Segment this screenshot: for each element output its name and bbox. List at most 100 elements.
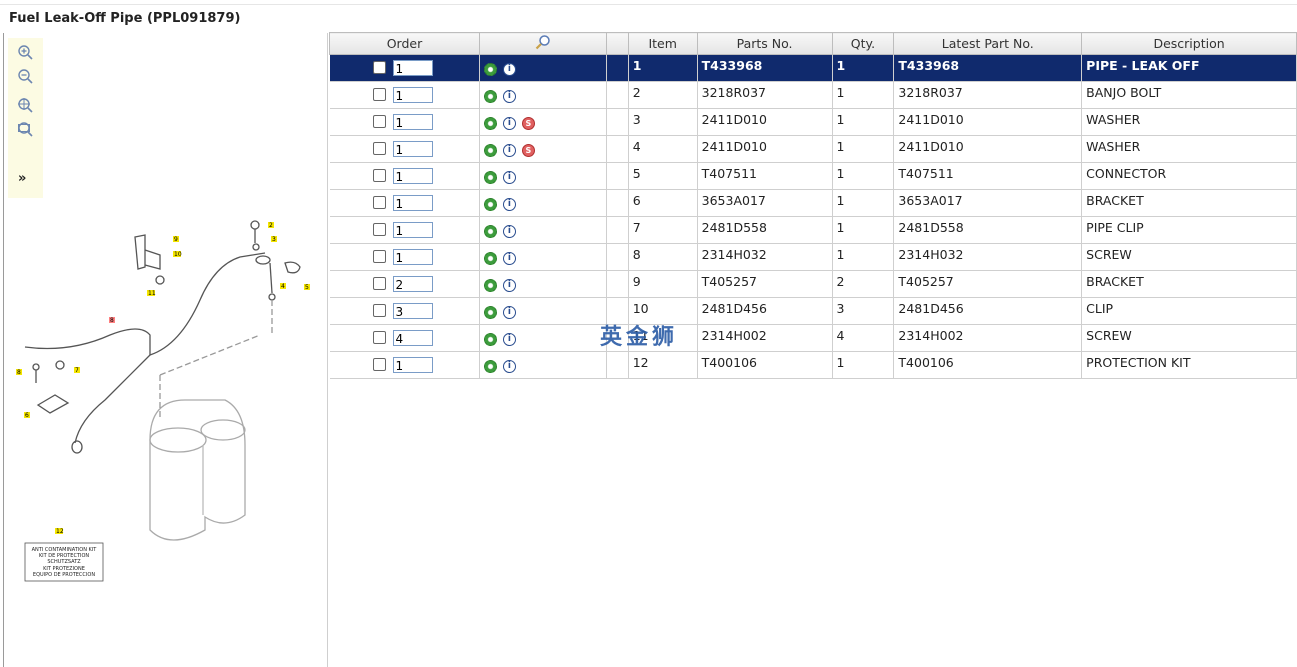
column-header-order[interactable]: Order	[329, 32, 480, 55]
table-row[interactable]: 2 i 9 T405257 2 T405257 BRACKET	[329, 270, 1297, 298]
parts-no-cell: 2481D456	[697, 297, 833, 325]
table-row[interactable]: 1 i 12 T400106 1 T400106 PROTECTION KIT	[329, 351, 1297, 379]
order-qty-input[interactable]: 1	[392, 221, 433, 238]
info-icon[interactable]: i	[502, 279, 516, 292]
column-header-search[interactable]	[478, 32, 607, 55]
gear-icon[interactable]	[483, 90, 497, 103]
order-checkbox[interactable]	[372, 250, 386, 263]
expand-panel-button[interactable]: »	[18, 171, 26, 186]
column-header-parts-no[interactable]: Parts No.	[696, 32, 833, 55]
order-qty-input[interactable]: 1	[392, 248, 433, 265]
table-row[interactable]: 1 i 8 2314H032 1 2314H032 SCREW	[329, 243, 1297, 271]
order-qty-input[interactable]: 1	[392, 356, 433, 373]
latest-part-no-cell: 3653A017	[893, 189, 1083, 217]
parts-no-cell: 2411D010	[697, 108, 833, 136]
gear-icon[interactable]	[483, 117, 497, 130]
magnifier-icon[interactable]	[535, 34, 551, 50]
viewer-toolbar: »	[8, 38, 43, 198]
qty-cell: 1	[832, 54, 895, 82]
table-row[interactable]: 1 i S 3 2411D010 1 2411D010 WASHER	[329, 108, 1297, 136]
zoom-fit-icon[interactable]	[17, 97, 33, 113]
column-header-blank	[605, 32, 629, 55]
info-icon[interactable]: i	[502, 171, 516, 184]
gear-icon[interactable]	[483, 63, 497, 76]
table-row[interactable]: 1 i S 4 2411D010 1 2411D010 WASHER	[329, 135, 1297, 163]
supersession-icon[interactable]: S	[521, 144, 535, 157]
supersession-icon[interactable]: S	[521, 117, 535, 130]
gear-icon[interactable]	[483, 279, 497, 292]
zoom-in-icon[interactable]	[17, 44, 33, 60]
gear-icon[interactable]	[483, 306, 497, 319]
column-header-latest-part-no[interactable]: Latest Part No.	[893, 32, 1083, 55]
svg-text:8: 8	[110, 317, 114, 324]
order-qty-input[interactable]: 1	[392, 194, 433, 211]
order-checkbox[interactable]	[372, 358, 386, 371]
table-row[interactable]: 4 i 11 2314H002 4 2314H002 SCREW	[329, 324, 1297, 352]
item-cell: 4	[628, 135, 698, 163]
info-icon[interactable]: i	[502, 306, 516, 319]
table-row[interactable]: 1 i 1 T433968 1 T433968 PIPE - LEAK OFF	[329, 54, 1297, 82]
gear-icon[interactable]	[483, 144, 497, 157]
info-icon[interactable]: i	[502, 63, 516, 76]
info-icon[interactable]: i	[502, 117, 516, 130]
order-checkbox[interactable]	[372, 304, 386, 317]
info-icon[interactable]: i	[502, 198, 516, 211]
zoom-window-icon[interactable]	[17, 121, 33, 137]
order-qty-input[interactable]: 1	[392, 59, 433, 76]
order-qty-input[interactable]: 1	[392, 140, 433, 157]
column-header-description[interactable]: Description	[1081, 32, 1297, 55]
column-header-item[interactable]: Item	[627, 32, 698, 55]
info-icon[interactable]: i	[502, 333, 516, 346]
order-checkbox[interactable]	[372, 142, 386, 155]
gear-icon[interactable]	[483, 225, 497, 238]
zoom-out-icon[interactable]	[17, 68, 33, 84]
order-checkbox[interactable]	[372, 169, 386, 182]
order-qty-input[interactable]: 4	[392, 329, 433, 346]
kit-label-line: EQUIPO DE PROTECCION	[33, 572, 95, 578]
table-row[interactable]: 1 i 2 3218R037 1 3218R037 BANJO BOLT	[329, 81, 1297, 109]
parts-no-cell: 2481D558	[697, 216, 833, 244]
order-checkbox[interactable]	[372, 277, 386, 290]
order-cell: 1	[329, 54, 480, 82]
gear-icon[interactable]	[483, 252, 497, 265]
table-row[interactable]: 1 i 5 T407511 1 T407511 CONNECTOR	[329, 162, 1297, 190]
info-icon[interactable]: i	[502, 90, 516, 103]
description-cell: CLIP	[1081, 297, 1297, 325]
svg-text:7: 7	[75, 367, 79, 374]
description-cell: BANJO BOLT	[1081, 81, 1297, 109]
blank-cell	[606, 189, 629, 217]
info-icon[interactable]: i	[502, 360, 516, 373]
left-border	[3, 33, 4, 667]
order-checkbox[interactable]	[372, 331, 386, 344]
gear-icon[interactable]	[483, 198, 497, 211]
order-qty-input[interactable]: 1	[392, 167, 433, 184]
kit-label: ANTI CONTAMINATION KIT KIT DE PROTECTION…	[24, 542, 104, 582]
order-qty-input[interactable]: 2	[392, 275, 433, 292]
svg-text:9: 9	[174, 236, 178, 243]
description-cell: CONNECTOR	[1081, 162, 1297, 190]
gear-icon[interactable]	[483, 333, 497, 346]
info-icon[interactable]: i	[502, 252, 516, 265]
row-icons-cell: i	[479, 270, 607, 298]
table-row[interactable]: 3 i 10 2481D456 3 2481D456 CLIP	[329, 297, 1297, 325]
table-row[interactable]: 1 i 7 2481D558 1 2481D558 PIPE CLIP	[329, 216, 1297, 244]
info-icon[interactable]: i	[502, 144, 516, 157]
column-header-qty[interactable]: Qty.	[831, 32, 895, 55]
parts-no-cell: T433968	[697, 54, 833, 82]
description-cell: PIPE - LEAK OFF	[1081, 54, 1297, 82]
order-qty-input[interactable]: 1	[392, 113, 433, 130]
info-icon[interactable]: i	[502, 225, 516, 238]
order-qty-input[interactable]: 3	[392, 302, 433, 319]
qty-cell: 1	[832, 81, 895, 109]
gear-icon[interactable]	[483, 360, 497, 373]
order-qty-input[interactable]: 1	[392, 86, 433, 103]
order-checkbox[interactable]	[372, 88, 386, 101]
gear-icon[interactable]	[483, 171, 497, 184]
order-checkbox[interactable]	[372, 115, 386, 128]
order-checkbox[interactable]	[372, 61, 386, 74]
order-checkbox[interactable]	[372, 223, 386, 236]
order-checkbox[interactable]	[372, 196, 386, 209]
table-row[interactable]: 1 i 6 3653A017 1 3653A017 BRACKET	[329, 189, 1297, 217]
page-title: Fuel Leak-Off Pipe (PPL091879)	[9, 11, 241, 26]
item-cell: 3	[628, 108, 698, 136]
